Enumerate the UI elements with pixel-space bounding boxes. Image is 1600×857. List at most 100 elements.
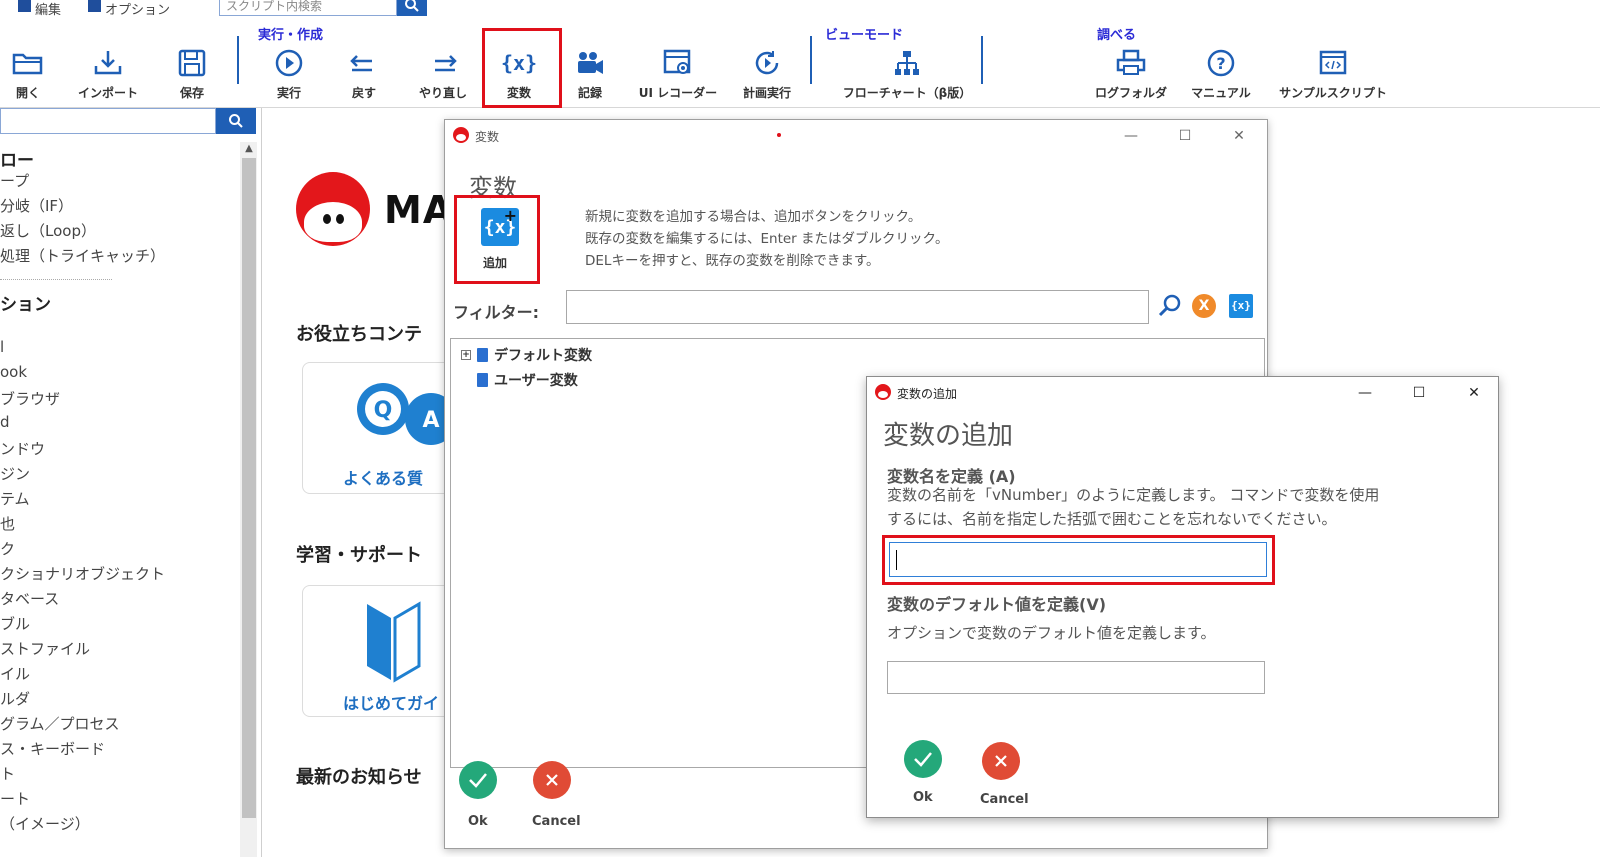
log-folder-button[interactable]: ログフォルダ xyxy=(1091,46,1171,104)
useful-content-heading: お役立ちコンテ xyxy=(296,324,422,345)
add-variable-dialog-titlebar[interactable]: 変数の追加 — ☐ ✕ xyxy=(867,377,1498,409)
tree-command-item[interactable]: ストファイル xyxy=(0,638,90,659)
tree-command-item[interactable]: ンドウ xyxy=(0,438,45,459)
clear-filter-icon[interactable]: X xyxy=(1192,294,1216,318)
tree-command-item[interactable]: ープ xyxy=(0,170,29,191)
run-button[interactable]: 実行 xyxy=(249,46,329,104)
variables-help-text: 新規に変数を追加する場合は、追加ボタンをクリック。 既存の変数を編集するには、E… xyxy=(585,206,948,272)
tree-command-item[interactable]: グラム／プロセス xyxy=(0,713,120,734)
script-search-button[interactable] xyxy=(397,0,427,16)
tree-command-item[interactable]: ook xyxy=(0,363,27,381)
variables-dialog-title: 変数 xyxy=(475,130,500,144)
beginner-guide-card[interactable]: はじめてガイ xyxy=(302,585,452,717)
menu-options[interactable]: オプション xyxy=(88,0,170,18)
minimize-icon[interactable]: — xyxy=(1117,124,1145,148)
book-icon xyxy=(477,348,488,362)
cancel-label: Cancel xyxy=(980,792,1029,807)
ok-label: Ok xyxy=(468,814,488,829)
manual-button[interactable]: ? マニュアル xyxy=(1181,46,1261,104)
beginner-mark-icon xyxy=(367,601,421,683)
group-label-run-create: 実行・作成 xyxy=(258,28,324,43)
cancel-button[interactable] xyxy=(982,742,1020,780)
close-icon[interactable]: ✕ xyxy=(1225,124,1253,148)
tree-command-item[interactable]: d xyxy=(0,413,10,431)
clock-icon xyxy=(750,46,784,80)
add-variable-small-icon[interactable]: {x} xyxy=(1229,294,1253,318)
ribbon-separator xyxy=(237,36,239,84)
close-icon[interactable]: ✕ xyxy=(1460,381,1488,405)
tree-command-item[interactable]: ク xyxy=(0,538,15,559)
tree-command-item[interactable]: ブラウザ xyxy=(0,388,60,409)
search-icon xyxy=(229,114,243,128)
tree-item-user-variables[interactable]: ユーザー変数 xyxy=(477,370,578,390)
latest-news-heading: 最新のお知らせ xyxy=(296,767,422,788)
ok-button[interactable] xyxy=(459,761,497,799)
tree-command-item[interactable]: ブル xyxy=(0,613,30,634)
check-icon xyxy=(469,773,487,788)
undo-button[interactable]: 戻す xyxy=(324,46,404,104)
record-button[interactable]: 記録 xyxy=(550,46,630,104)
ok-button[interactable] xyxy=(904,740,942,778)
menu-edit-label: 編集 xyxy=(35,2,62,18)
command-search-input[interactable] xyxy=(0,108,216,134)
flowchart-icon xyxy=(890,46,924,80)
tree-command-item[interactable]: ス・キーボード xyxy=(0,738,105,759)
tree-command-item[interactable]: イル xyxy=(0,663,30,684)
add-variable-dialog-title: 変数の追加 xyxy=(897,387,958,401)
redo-icon xyxy=(426,46,460,80)
tree-command-item[interactable]: 也 xyxy=(0,513,15,534)
tree-command-item[interactable]: ート xyxy=(0,788,30,809)
scroll-up-arrow[interactable]: ▲ xyxy=(242,142,256,156)
ui-recorder-button[interactable]: UI レコーダー xyxy=(638,46,718,104)
minimize-icon[interactable]: — xyxy=(1351,381,1379,405)
group-label-view-mode: ビューモード xyxy=(825,28,904,43)
add-highlight-frame xyxy=(454,195,540,284)
download-icon xyxy=(91,46,125,80)
menu-edit[interactable]: 編集 xyxy=(18,0,62,18)
default-value-description: オプションで変数のデフォルト値を定義します。 xyxy=(887,624,1216,642)
maximize-icon[interactable]: ☐ xyxy=(1171,124,1199,148)
sample-scripts-button[interactable]: サンプルスクリプト xyxy=(1276,46,1390,104)
faq-card[interactable]: Q A よくある質 xyxy=(302,362,452,494)
expand-icon[interactable]: + xyxy=(461,350,471,360)
search-icon xyxy=(405,0,419,12)
tree-command-item[interactable]: クショナリオブジェクト xyxy=(0,563,165,584)
tree-command-item[interactable]: 返し（Loop） xyxy=(0,220,96,241)
tree-command-item[interactable]: ジン xyxy=(0,463,30,484)
tree-command-item[interactable]: テム xyxy=(0,488,30,509)
tree-category[interactable]: ロー xyxy=(0,146,34,171)
tree-command-item[interactable]: （イメージ） xyxy=(0,813,90,834)
edit-icon xyxy=(18,0,31,12)
open-button[interactable]: 開く xyxy=(0,46,68,104)
tree-command-item[interactable]: 処理（トライキャッチ） xyxy=(0,245,165,266)
save-button[interactable]: 保存 xyxy=(152,46,232,104)
sample-scripts-label: サンプルスクリプト xyxy=(1279,86,1387,100)
ribbon-separator xyxy=(981,36,983,84)
command-search-button[interactable] xyxy=(216,108,256,134)
script-search-input[interactable]: スクリプト内検索 xyxy=(219,0,397,16)
variables-dialog-titlebar[interactable]: 変数 — ☐ ✕ xyxy=(445,120,1267,152)
cancel-button[interactable] xyxy=(533,761,571,799)
scrollbar-thumb[interactable] xyxy=(242,158,256,818)
group-label-lookup: 調べる xyxy=(1097,28,1137,43)
tree-item-default-variables[interactable]: + デフォルト変数 xyxy=(461,345,592,365)
tree-command-item[interactable]: 分岐（IF） xyxy=(0,195,73,216)
maximize-icon[interactable]: ☐ xyxy=(1405,381,1433,405)
tree-command-item[interactable]: l xyxy=(0,338,4,356)
tree-category[interactable]: ション xyxy=(0,290,51,315)
app-window: 編集 オプション スクリプト内検索 実行・作成 ビューモード 調べる 開く イン… xyxy=(0,0,1600,857)
variable-name-description: 変数の名前を「vNumber」のように定義します。 コマンドで変数を使用 するに… xyxy=(887,483,1379,531)
default-value-input[interactable] xyxy=(887,661,1265,694)
filter-input[interactable] xyxy=(566,290,1149,324)
schedule-button[interactable]: 計画実行 xyxy=(727,46,807,104)
flowchart-button[interactable]: フローチャート（β版） xyxy=(843,46,971,104)
import-button[interactable]: インポート xyxy=(68,46,148,104)
tree-command-item[interactable]: タベース xyxy=(0,588,59,609)
ok-label: Ok xyxy=(913,790,933,805)
tree-command-item[interactable]: ルダ xyxy=(0,688,30,709)
redo-button[interactable]: やり直し xyxy=(403,46,483,104)
search-icon[interactable] xyxy=(1157,293,1183,319)
default-value-title: 変数のデフォルト値を定義(V) xyxy=(887,595,1107,614)
beginner-guide-card-label: はじめてガイ xyxy=(343,694,440,713)
tree-command-item[interactable]: ト xyxy=(0,763,15,784)
